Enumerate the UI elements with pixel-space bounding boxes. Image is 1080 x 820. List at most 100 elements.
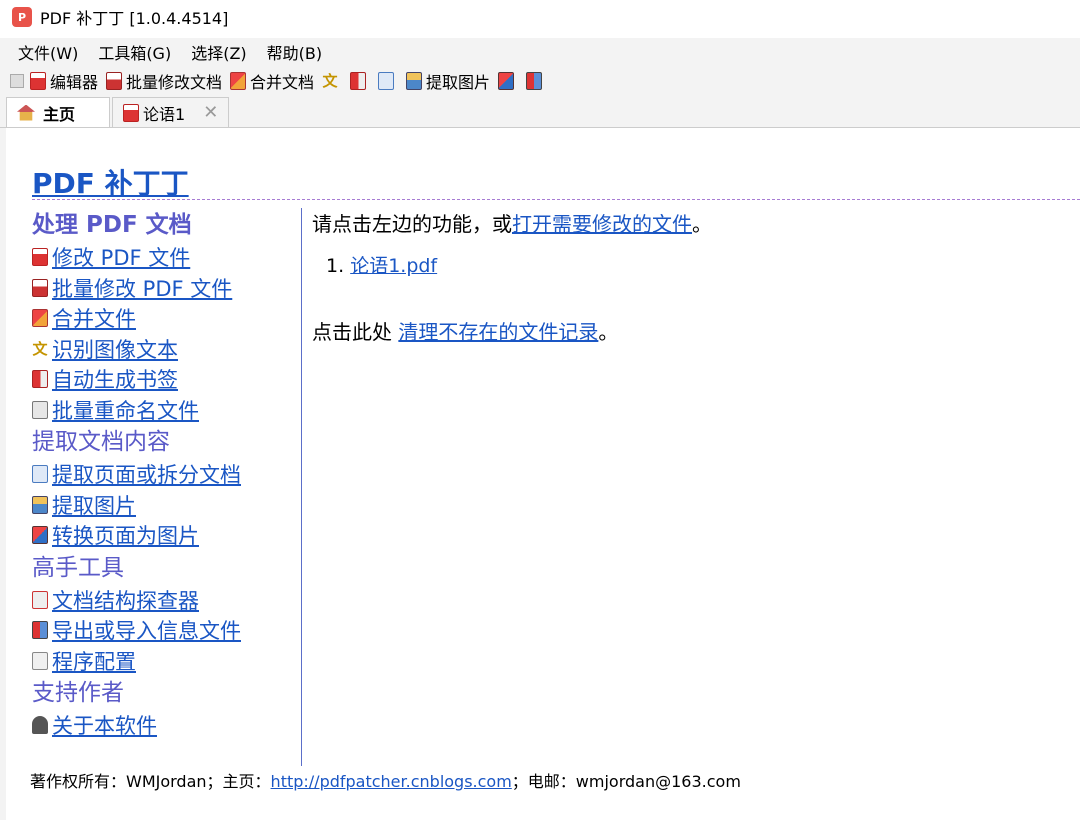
home-page: PDF 补丁丁 处理 PDF 文档 修改 PDF 文件 批量修改 PDF 文件 … (0, 128, 1080, 820)
export-icon (32, 621, 48, 640)
extract-images-label: 提取图片 (426, 73, 491, 92)
convert-icon (32, 526, 48, 545)
clean-text: 点击此处 (312, 320, 399, 344)
settings-icon (32, 651, 48, 670)
function-sidebar: 处理 PDF 文档 修改 PDF 文件 批量修改 PDF 文件 合并文件 文 识… (32, 208, 302, 766)
ocr-button[interactable]: 文 (322, 72, 342, 90)
link-extract-images-text[interactable]: 提取图片 (52, 490, 136, 520)
tab-document-label: 论语1 (143, 104, 186, 124)
link-batch-edit-text[interactable]: 批量修改 PDF 文件 (52, 273, 232, 303)
link-pages-to-images[interactable]: 转换页面为图片 (32, 520, 301, 551)
extract-pages-icon (32, 465, 48, 484)
image-icon (406, 72, 423, 90)
rename-icon (32, 400, 48, 419)
pdf-edit-icon (30, 72, 46, 90)
toolbar-grip-icon[interactable] (10, 74, 24, 88)
bookmark-icon (350, 72, 367, 90)
link-batch-rename-text[interactable]: 批量重命名文件 (52, 395, 199, 425)
link-edit-pdf-text[interactable]: 修改 PDF 文件 (52, 242, 190, 272)
link-edit-pdf[interactable]: 修改 PDF 文件 (32, 242, 301, 273)
link-pages-to-images-text[interactable]: 转换页面为图片 (52, 520, 199, 550)
prompt-end: 。 (692, 212, 712, 236)
link-inspector-text[interactable]: 文档结构探查器 (52, 585, 199, 615)
image-icon (32, 495, 48, 514)
bookmark-icon (32, 370, 48, 389)
section-advanced: 高手工具 (32, 554, 124, 581)
menu-file[interactable]: 文件(W) (8, 40, 88, 64)
menu-bar: 文件(W) 工具箱(G) 选择(Z) 帮助(B) (0, 38, 1080, 66)
extract-images-button[interactable]: 提取图片 (406, 69, 490, 93)
export-info-button[interactable] (526, 72, 546, 90)
link-batch-rename[interactable]: 批量重命名文件 (32, 395, 301, 426)
clean-end: 。 (598, 320, 619, 344)
link-merge[interactable]: 合并文件 (32, 303, 301, 334)
homepage-link[interactable]: http://pdfpatcher.cnblogs.com (271, 772, 512, 791)
window-title: PDF 补丁丁 [1.0.4.4514] (40, 9, 229, 28)
page-title[interactable]: PDF 补丁丁 (32, 162, 189, 202)
link-extract-images[interactable]: 提取图片 (32, 490, 301, 521)
recent-file-item: 1. 论语1.pdf (312, 251, 1072, 278)
clean-history-link[interactable]: 清理不存在的文件记录 (398, 320, 598, 344)
link-import-export[interactable]: 导出或导入信息文件 (32, 615, 301, 646)
batch-edit-label: 批量修改文档 (126, 73, 223, 92)
merge-button[interactable]: 合并文档 (230, 69, 314, 93)
merge-icon (230, 72, 247, 90)
open-file-link[interactable]: 打开需要修改的文件 (512, 212, 692, 236)
inspector-icon (32, 590, 48, 609)
convert-icon (498, 72, 515, 90)
batch-edit-icon (32, 278, 48, 297)
close-icon[interactable]: ✕ (203, 102, 218, 123)
menu-select[interactable]: 选择(Z) (181, 40, 256, 64)
toolbar: 编辑器 批量修改文档 合并文档 文 提取图片 (0, 66, 1080, 96)
main-panel: 请点击左边的功能，或打开需要修改的文件。 1. 论语1.pdf 点击此处 清理不… (312, 208, 1072, 345)
bookmark-button[interactable] (350, 72, 370, 90)
section-extract: 提取文档内容 (32, 429, 170, 455)
link-auto-bookmark-text[interactable]: 自动生成书签 (52, 364, 178, 394)
tab-home-label: 主页 (43, 104, 76, 124)
batch-edit-button[interactable]: 批量修改文档 (106, 69, 222, 93)
ocr-icon: 文 (322, 72, 338, 90)
menu-help[interactable]: 帮助(B) (257, 40, 332, 64)
recent-file-link[interactable]: 论语1.pdf (350, 255, 437, 277)
link-import-export-text[interactable]: 导出或导入信息文件 (52, 615, 241, 645)
tab-document[interactable]: 论语1 ✕ (112, 97, 230, 127)
extract-pages-icon (378, 72, 395, 90)
tab-home[interactable]: 主页 (6, 97, 110, 127)
link-about[interactable]: 关于本软件 (32, 710, 301, 741)
convert-pages-button[interactable] (498, 72, 518, 90)
pdf-edit-icon (32, 248, 48, 267)
copyright-text: 著作权所有：WMJordan；主页： (30, 772, 271, 791)
section-process: 处理 PDF 文档 (32, 212, 192, 238)
open-prompt: 请点击左边的功能，或打开需要修改的文件。 (312, 208, 1072, 237)
section-support: 支持作者 (32, 680, 124, 706)
extract-pages-button[interactable] (378, 72, 398, 90)
link-settings[interactable]: 程序配置 (32, 646, 301, 677)
link-batch-edit[interactable]: 批量修改 PDF 文件 (32, 273, 301, 304)
home-icon (17, 104, 35, 121)
editor-button[interactable]: 编辑器 (30, 69, 98, 93)
link-extract-pages[interactable]: 提取页面或拆分文档 (32, 459, 301, 490)
link-settings-text[interactable]: 程序配置 (52, 646, 136, 676)
prompt-text: 请点击左边的功能，或 (312, 212, 512, 236)
merge-icon (32, 309, 48, 328)
editor-label: 编辑器 (50, 73, 99, 92)
link-ocr[interactable]: 文 识别图像文本 (32, 334, 301, 365)
app-icon: P (12, 7, 32, 27)
link-auto-bookmark[interactable]: 自动生成书签 (32, 364, 301, 395)
link-merge-text[interactable]: 合并文件 (52, 303, 136, 333)
menu-toolbox[interactable]: 工具箱(G) (88, 40, 181, 64)
title-bar: P PDF 补丁丁 [1.0.4.4514] (0, 0, 1080, 34)
divider (32, 199, 1080, 200)
link-ocr-text[interactable]: 识别图像文本 (52, 334, 178, 364)
ocr-icon: 文 (32, 339, 48, 358)
clean-history: 点击此处 清理不存在的文件记录。 (312, 316, 1072, 345)
tab-strip: 主页 论语1 ✕ (0, 96, 1080, 128)
copyright-footer: 著作权所有：WMJordan；主页：http://pdfpatcher.cnbl… (30, 768, 741, 792)
pdf-icon (123, 103, 139, 122)
link-extract-pages-text[interactable]: 提取页面或拆分文档 (52, 459, 241, 489)
link-inspector[interactable]: 文档结构探查器 (32, 585, 301, 616)
recent-index: 1. (326, 255, 345, 277)
author-icon (32, 716, 48, 735)
link-about-text[interactable]: 关于本软件 (52, 710, 157, 740)
export-icon (526, 72, 543, 90)
